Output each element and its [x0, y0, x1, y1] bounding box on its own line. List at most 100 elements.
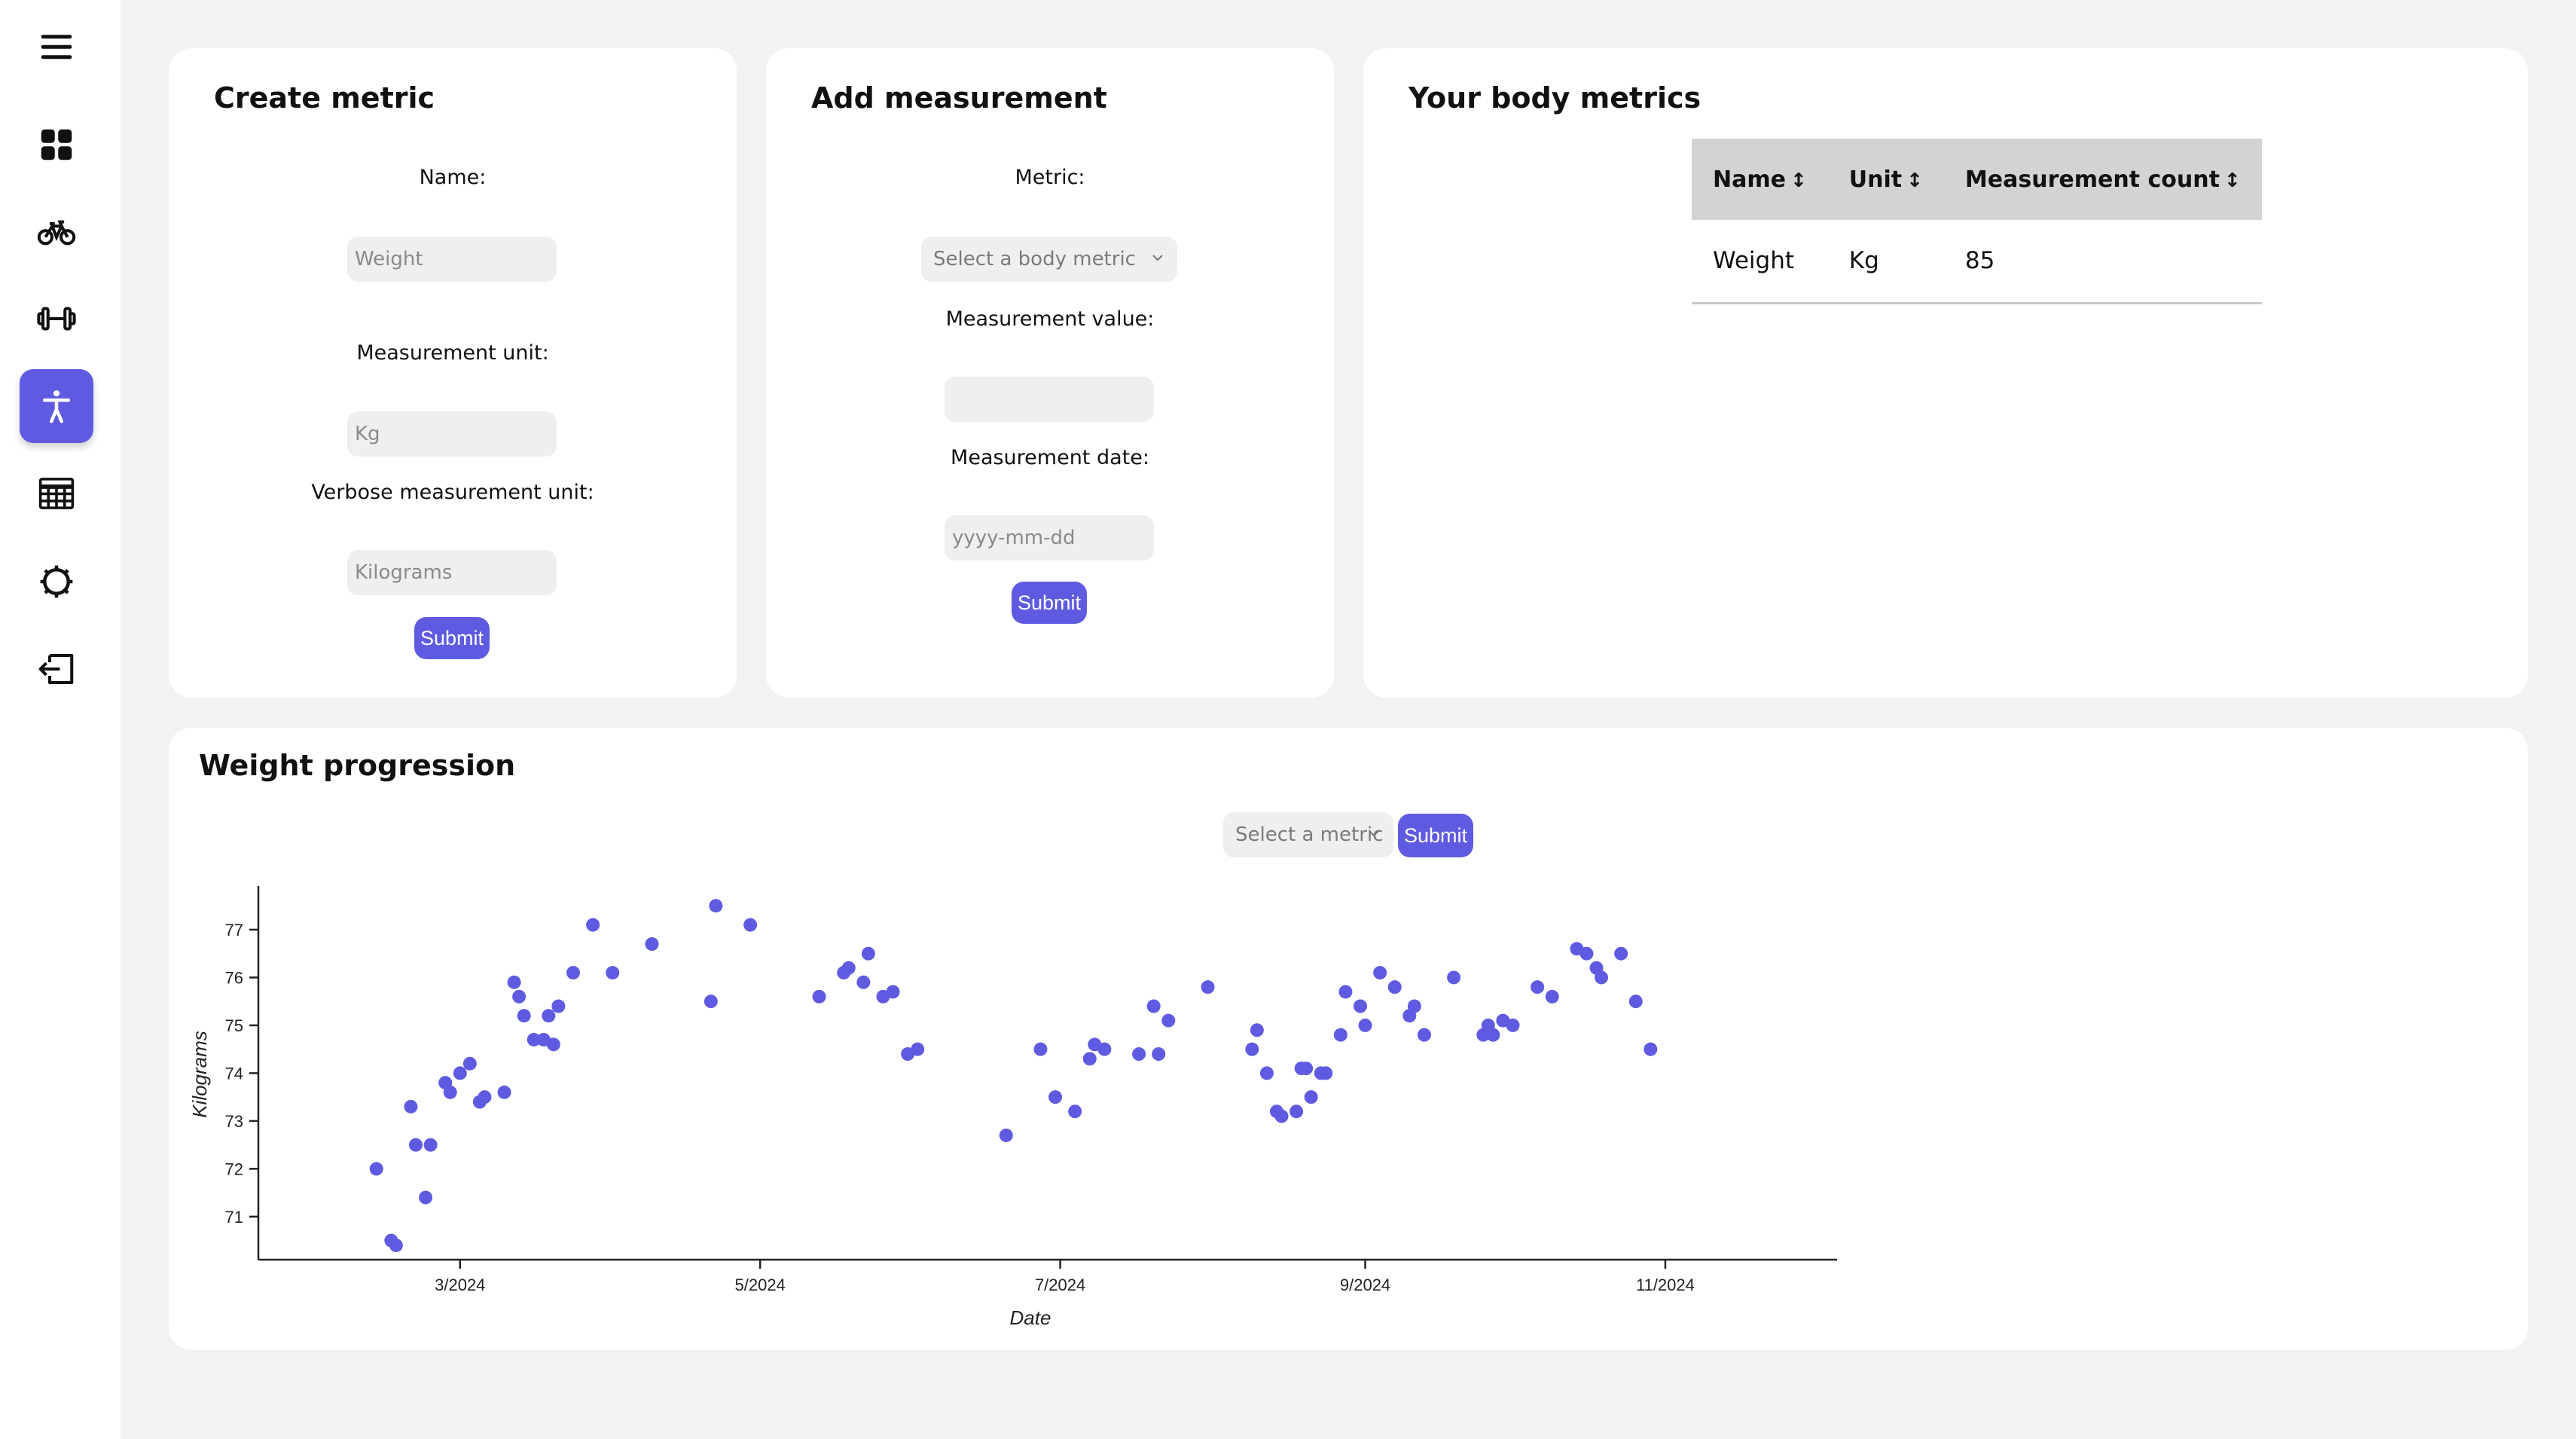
progression-submit-button[interactable]: Submit	[1398, 814, 1473, 857]
name-input[interactable]	[347, 237, 557, 282]
data-point	[1614, 946, 1628, 961]
gear-icon[interactable]	[20, 545, 93, 619]
data-point	[419, 1190, 433, 1205]
data-point	[812, 989, 826, 1004]
select-value: Select a body metric	[933, 248, 1136, 270]
data-point	[1319, 1066, 1333, 1080]
data-point	[886, 985, 900, 999]
column-header-name[interactable]: Name ↕	[1692, 139, 1828, 220]
data-point	[551, 999, 566, 1013]
data-point	[453, 1066, 467, 1080]
create-metric-card: Create metric Name: Measurement unit: Ve…	[169, 48, 737, 698]
dumbbell-icon[interactable]	[20, 282, 93, 356]
body-metric-select[interactable]: Select a body metric	[921, 237, 1177, 282]
data-point	[1338, 985, 1353, 999]
y-tick-label: 76	[225, 968, 243, 987]
data-point	[1304, 1090, 1318, 1104]
weight-scatter-chart: 71 72 73 74 75 76 77 3/2024 5/2024 7/2024 9/2024 11…	[188, 886, 1837, 1329]
column-label: Unit	[1848, 166, 1903, 193]
sort-icon: ↕	[2223, 169, 2241, 192]
table-row[interactable]: Weight Kg 85	[1692, 220, 2262, 304]
data-point	[645, 937, 659, 952]
data-point	[462, 1056, 477, 1071]
card-title: Weight progression	[199, 749, 516, 782]
data-point	[1628, 994, 1643, 1009]
data-point	[1048, 1090, 1063, 1104]
measurement-date-input[interactable]	[945, 515, 1154, 561]
column-label: Measurement count	[1964, 166, 2220, 193]
dashboard-icon[interactable]	[20, 108, 93, 182]
y-tick-label: 74	[225, 1064, 243, 1083]
metric-select[interactable]: Select a metric	[1223, 812, 1393, 857]
data-point	[1245, 1042, 1259, 1056]
verbose-unit-input[interactable]	[347, 550, 557, 595]
create-metric-submit-button[interactable]: Submit	[414, 617, 490, 659]
cell-count: 85	[1943, 220, 2262, 304]
measurement-value-label: Measurement value:	[945, 307, 1155, 331]
data-point	[1161, 1013, 1176, 1028]
data-point	[1290, 1104, 1304, 1119]
x-tick-label: 5/2024	[735, 1276, 786, 1294]
y-tick-label: 75	[225, 1016, 243, 1035]
chevron-down-icon	[1152, 255, 1163, 261]
table-icon[interactable]	[20, 457, 93, 530]
data-point	[1250, 1023, 1264, 1037]
data-point	[1486, 1028, 1500, 1042]
x-tick-label: 9/2024	[1340, 1276, 1390, 1294]
data-point	[1082, 1052, 1097, 1066]
data-point	[1274, 1109, 1289, 1123]
table-header-row: Name ↕ Unit ↕ Measurement count ↕	[1692, 139, 2262, 220]
y-tick-label: 77	[225, 921, 243, 939]
data-point	[404, 1099, 418, 1114]
unit-input[interactable]	[347, 411, 557, 457]
data-point	[1333, 1028, 1348, 1042]
data-point	[1132, 1047, 1146, 1062]
data-point	[1152, 1047, 1166, 1062]
data-point	[389, 1238, 403, 1252]
data-point	[542, 1009, 556, 1023]
logout-icon[interactable]	[20, 632, 93, 706]
x-tick-label: 3/2024	[435, 1276, 485, 1294]
data-point	[704, 994, 718, 1009]
cell-name: Weight	[1692, 220, 1828, 304]
data-point	[517, 1009, 531, 1023]
cell-unit: Kg	[1827, 220, 1944, 304]
body-metrics-table: Name ↕ Unit ↕ Measurement count ↕ Weight Kg…	[1692, 139, 2262, 304]
column-label: Name	[1713, 166, 1786, 193]
sidebar	[0, 0, 121, 1439]
accessibility-icon[interactable]	[20, 369, 93, 443]
add-measurement-submit-button[interactable]: Submit	[1012, 582, 1087, 624]
data-point	[423, 1138, 438, 1152]
verbose-unit-label: Verbose measurement unit:	[311, 481, 594, 504]
data-point	[709, 899, 723, 913]
x-tick-label: 7/2024	[1035, 1276, 1085, 1294]
data-point	[1358, 1018, 1372, 1032]
data-point	[1447, 970, 1461, 985]
data-point	[369, 1162, 383, 1176]
name-label: Name:	[419, 166, 487, 189]
measurement-value-input[interactable]	[945, 377, 1154, 422]
column-header-unit[interactable]: Unit ↕	[1827, 139, 1944, 220]
menu-icon[interactable]	[20, 10, 93, 84]
data-point	[478, 1090, 492, 1104]
column-header-count[interactable]: Measurement count ↕	[1943, 139, 2262, 220]
data-point	[1595, 970, 1609, 985]
y-tick-label: 73	[225, 1112, 243, 1131]
data-point	[1545, 989, 1559, 1004]
x-axis-label: Date	[1010, 1306, 1051, 1329]
data-point	[999, 1128, 1013, 1142]
data-point	[856, 975, 871, 989]
data-point	[497, 1085, 511, 1099]
y-tick-label: 72	[225, 1159, 243, 1178]
bicycle-icon[interactable]	[20, 195, 93, 269]
data-point	[512, 989, 526, 1004]
unit-label: Measurement unit:	[356, 341, 549, 365]
sort-icon: ↕	[1790, 169, 1807, 192]
data-point	[1299, 1062, 1314, 1076]
data-point	[1417, 1028, 1431, 1042]
data-point	[1373, 966, 1387, 980]
data-point	[861, 946, 875, 961]
chevron-down-icon	[1369, 830, 1379, 837]
data-point	[1506, 1018, 1520, 1032]
card-title: Create metric	[214, 81, 435, 115]
